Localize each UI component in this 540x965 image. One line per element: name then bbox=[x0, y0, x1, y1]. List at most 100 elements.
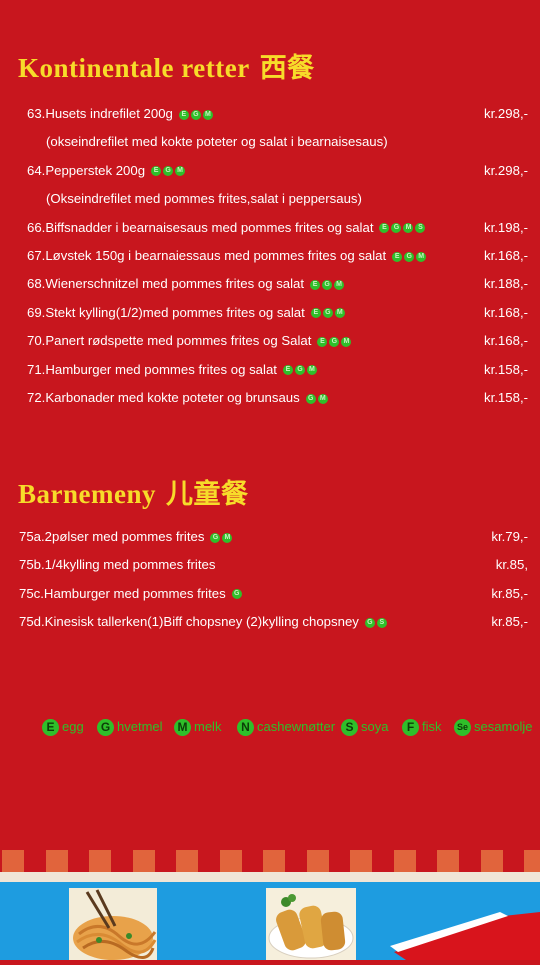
allergen-badge: M bbox=[306, 365, 317, 376]
menu-item-price: kr.158,- bbox=[484, 390, 528, 405]
allergen-badge: M bbox=[317, 393, 328, 404]
allergen-badge: S bbox=[415, 223, 426, 234]
legend-label: soya bbox=[361, 719, 389, 734]
legend-item: Se sesamolje bbox=[454, 718, 533, 737]
menu-item: 64.Pepperstek 200g E G M bbox=[27, 162, 186, 179]
strip-square bbox=[133, 850, 155, 872]
menu-item-name: 75a.2pølser med pommes frites bbox=[19, 529, 205, 544]
allergen-letter-badge: E bbox=[42, 719, 59, 737]
continental-title-cn: 西餐 bbox=[259, 53, 315, 84]
menu-item-price: kr.168,- bbox=[484, 333, 528, 349]
strip-square bbox=[350, 850, 372, 872]
allergen-badge: M bbox=[334, 308, 345, 319]
legend-label: fisk bbox=[422, 719, 442, 734]
menu-item-name: 68.Wienerschnitzel med pommes frites og … bbox=[27, 276, 305, 292]
kids-title: Barnemeny bbox=[18, 479, 156, 509]
allergen-badge: M bbox=[202, 109, 213, 120]
menu-item-name: 72.Karbonader med kokte poteter og bruns… bbox=[27, 390, 300, 405]
allergen-badge: G bbox=[163, 166, 174, 177]
strip-square bbox=[220, 850, 242, 872]
menu-item-price: kr.298,- bbox=[484, 162, 528, 178]
allergen-letter-badge: G bbox=[97, 719, 114, 737]
allergen-letter-badge: M bbox=[174, 719, 191, 737]
menu-item-description: (Okseindrefilet med pommes frites,salat … bbox=[46, 191, 362, 207]
allergen-badge: G bbox=[364, 617, 375, 628]
allergen-badge: E bbox=[317, 336, 328, 347]
legend-item: Ncashewnøtter bbox=[237, 718, 335, 737]
allergen-badge: G bbox=[329, 336, 340, 347]
menu-item-price: kr.85,- bbox=[491, 585, 528, 601]
allergen-badge: E bbox=[310, 279, 321, 290]
continental-title: Kontinentale retter bbox=[18, 53, 250, 83]
menu-item-price: kr.79,- bbox=[491, 529, 528, 544]
allergen-badge: M bbox=[403, 223, 414, 234]
divider-band bbox=[0, 872, 540, 882]
legend-item: Ffisk bbox=[402, 718, 442, 737]
menu-item-name: (okseindrefilet med kokte poteter og sal… bbox=[46, 134, 388, 150]
allergen-badge: S bbox=[376, 617, 387, 628]
menu-item: 71.Hamburger med pommes frites og salat E… bbox=[27, 362, 317, 378]
allergen-badge: E bbox=[178, 109, 189, 120]
legend-label: sesamolje bbox=[474, 719, 533, 734]
allergen-badge: G bbox=[305, 393, 316, 404]
menu-item-name: 66.Biffsnadder i bearnaisesaus med pomme… bbox=[27, 219, 374, 235]
menu-item: 72.Karbonader med kokte poteter og bruns… bbox=[27, 390, 328, 406]
strip-square bbox=[46, 850, 68, 872]
allergen-badge: G bbox=[322, 279, 333, 290]
strip-square bbox=[524, 850, 540, 872]
promo-flag bbox=[384, 906, 540, 960]
legend-label: egg bbox=[62, 719, 84, 734]
menu-item: 66.Biffsnadder i bearnaisesaus med pomme… bbox=[27, 219, 426, 236]
allergen-badge: G bbox=[322, 308, 333, 319]
menu-item: 69.Stekt kylling(1/2)med pommes frites o… bbox=[27, 305, 345, 321]
allergen-letter-badge: Se bbox=[454, 719, 471, 737]
strip-square bbox=[89, 850, 111, 872]
menu-item: 70.Panert rødspette med pommes frites og… bbox=[27, 333, 352, 349]
allergen-badge: G bbox=[391, 223, 402, 234]
allergen-letter-badge: N bbox=[237, 719, 254, 737]
strip-square bbox=[307, 850, 329, 872]
allergen-badge: E bbox=[310, 308, 321, 319]
menu-item: 68.Wienerschnitzel med pommes frites og … bbox=[27, 276, 345, 292]
kids-heading: Barnemeny 儿童餐 bbox=[18, 472, 248, 511]
allergen-badge: M bbox=[334, 279, 345, 290]
menu-item-name: 67.Løvstek 150g i bearnaiessaus med pomm… bbox=[27, 248, 387, 263]
allergen-legend: Eegg Ghvetmel Mmelk Ncashewnøtter Ssoya Ffisk… bbox=[42, 718, 533, 738]
kids-title-cn: 儿童餐 bbox=[165, 479, 249, 510]
menu-item-name: 75b.1/4kylling med pommes frites bbox=[19, 557, 216, 573]
allergen-badge: E bbox=[151, 166, 162, 177]
allergen-letter-badge: S bbox=[341, 719, 358, 737]
menu-item-price: kr.198,- bbox=[484, 219, 528, 235]
allergen-badge: M bbox=[341, 336, 352, 347]
legend-label: melk bbox=[194, 719, 222, 734]
strip-square bbox=[481, 850, 503, 872]
menu-page: Kontinentale retter 西餐 63.Husets indrefil… bbox=[0, 0, 540, 960]
menu-item-name: 64.Pepperstek 200g bbox=[27, 162, 146, 178]
menu-item-name: 69.Stekt kylling(1/2)med pommes frites o… bbox=[27, 304, 305, 320]
strip-square bbox=[394, 850, 416, 872]
strip-square bbox=[2, 850, 24, 872]
noodles-photo bbox=[69, 888, 157, 960]
menu-item-price: kr.158,- bbox=[484, 361, 528, 377]
allergen-badge: M bbox=[416, 251, 427, 262]
menu-item-price: kr.85, bbox=[495, 557, 528, 573]
legend-item: Mmelk bbox=[174, 718, 222, 737]
spring-rolls-photo bbox=[266, 888, 356, 960]
menu-item-price: kr.168,- bbox=[484, 248, 528, 263]
decorative-strip bbox=[0, 850, 540, 872]
legend-item: Eegg bbox=[42, 718, 84, 737]
allergen-badge: G bbox=[210, 532, 221, 543]
menu-item-description: (okseindrefilet med kokte poteter og sal… bbox=[46, 134, 388, 150]
menu-item: 75a.2pølser med pommes frites G M bbox=[19, 529, 233, 545]
continental-heading: Kontinentale retter 西餐 bbox=[18, 46, 315, 85]
legend-item: Ghvetmel bbox=[97, 718, 163, 737]
menu-item: 75b.1/4kylling med pommes frites bbox=[19, 557, 215, 573]
allergen-badge: G bbox=[404, 251, 415, 262]
allergen-letter-badge: F bbox=[402, 719, 419, 737]
allergen-badge: E bbox=[392, 251, 403, 262]
strip-square bbox=[263, 850, 285, 872]
allergen-badge: M bbox=[222, 532, 233, 543]
menu-item-name: 75c.Hamburger med pommes frites bbox=[19, 585, 226, 601]
menu-item-name: 70.Panert rødspette med pommes frites og… bbox=[27, 333, 312, 349]
allergen-badge: E bbox=[282, 365, 293, 376]
